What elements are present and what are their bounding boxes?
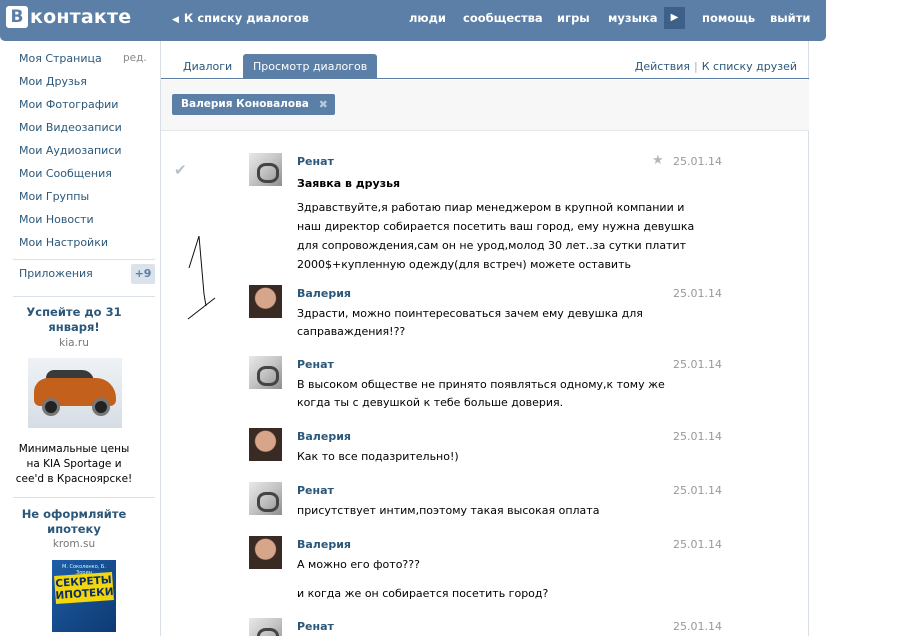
avatar[interactable]	[249, 356, 282, 389]
message-date: 25.01.14	[673, 358, 722, 371]
ad-krom-title[interactable]: Не оформляйте ипотеку	[13, 507, 135, 537]
main-content: Диалоги Просмотр диалогов Действия | К спи…	[160, 41, 809, 636]
message-sender[interactable]: Ренат	[297, 620, 334, 633]
sidebar-item-groups[interactable]: Мои Группы	[19, 190, 89, 203]
message-subject: Заявка в друзья	[297, 177, 401, 190]
message-line: наш директор собирается посетить ваш гор…	[297, 220, 695, 233]
message-date: 25.01.14	[673, 538, 722, 551]
message-line: присутствует интим,поэтому такая высокая…	[297, 504, 600, 517]
sidebar-divider	[13, 259, 155, 260]
nav-music[interactable]: музыка	[608, 11, 658, 25]
logo-text: контакте	[30, 6, 132, 28]
vk-logo[interactable]: В контакте	[6, 6, 131, 28]
message-sender[interactable]: Ренат	[297, 155, 334, 168]
message-line: Здрасти, можно поинтересоваться зачем ем…	[297, 307, 643, 320]
sidebar-item-settings[interactable]: Мои Настройки	[19, 236, 108, 249]
back-to-dialogs-link[interactable]: ◀ К списку диалогов	[172, 11, 309, 25]
sidebar-item-my-page[interactable]: Моя Страница	[19, 52, 102, 65]
message-sender[interactable]: Валерия	[297, 430, 351, 443]
nav-communities[interactable]: сообщества	[463, 11, 543, 25]
nav-help[interactable]: помощь	[702, 11, 755, 25]
hand-drawn-arrow	[187, 235, 216, 320]
avatar[interactable]	[249, 428, 282, 461]
message-line: 2000$+купленную одежду(для встреч) может…	[297, 258, 631, 271]
filter-chip[interactable]: Валерия Коновалова ✖	[172, 94, 335, 115]
message-line: В высоком обществе не принято появляться…	[297, 378, 665, 391]
avatar[interactable]	[249, 482, 282, 515]
message-sender[interactable]: Валерия	[297, 538, 351, 551]
sidebar-item-audio[interactable]: Мои Аудиозаписи	[19, 144, 122, 157]
message-sender[interactable]: Ренат	[297, 484, 334, 497]
ad-kia-title[interactable]: Успейте до 31 января!	[13, 305, 135, 335]
avatar[interactable]	[249, 285, 282, 318]
book-cover-image[interactable]: М. Соколенко, Б. Зорин СЕКРЕТЫ ИПОТЕКИ	[52, 560, 116, 632]
filter-row: Валерия Коновалова ✖	[161, 80, 809, 131]
message-line: когда ты с девушкой к тебе больше довери…	[297, 396, 564, 409]
sidebar-item-apps[interactable]: Приложения	[19, 267, 93, 280]
apps-count-badge[interactable]: +9	[131, 264, 155, 284]
message-date: 25.01.14	[673, 430, 722, 443]
top-links: Действия | К списку друзей	[635, 60, 797, 73]
message-date: 25.01.14	[673, 620, 722, 633]
car-wheel	[42, 398, 60, 416]
avatar[interactable]	[249, 153, 282, 186]
message-line: для сопровождения,сам он не урод,молод 3…	[297, 239, 687, 252]
back-arrow-icon: ◀	[172, 15, 179, 25]
ad-divider	[13, 497, 155, 498]
top-header: В контакте ◀ К списку диалогов люди сообщ…	[0, 0, 826, 41]
ad-kia-domain: kia.ru	[59, 337, 89, 349]
play-icon[interactable]: ▶	[664, 7, 685, 29]
message-date: 25.01.14	[673, 287, 722, 300]
star-icon[interactable]: ★	[652, 153, 664, 168]
message-date: 25.01.14	[673, 484, 722, 497]
edit-link[interactable]: ред.	[123, 52, 147, 64]
tab-view-dialogs[interactable]: Просмотр диалогов	[243, 54, 378, 79]
sidebar-item-friends[interactable]: Мои Друзья	[19, 75, 87, 88]
sidebar-item-videos[interactable]: Мои Видеозаписи	[19, 121, 122, 134]
sidebar-item-photos[interactable]: Мои Фотографии	[19, 98, 118, 111]
message-date: 25.01.14	[673, 155, 722, 168]
ad-krom-domain: krom.su	[52, 538, 96, 550]
tabs-bar: Диалоги Просмотр диалогов Действия | К спи…	[161, 41, 809, 79]
ad-divider	[13, 296, 155, 297]
nav-logout[interactable]: выйти	[770, 11, 810, 25]
close-icon[interactable]: ✖	[319, 94, 328, 115]
actions-link[interactable]: Действия	[635, 60, 690, 73]
checkmark-icon[interactable]: ✔	[174, 161, 187, 179]
message-line: и когда же он собирается посетить город?	[297, 587, 549, 600]
book-title: СЕКРЕТЫ ИПОТЕКИ	[54, 572, 114, 604]
message-line: саправаждения!??	[297, 325, 406, 338]
logo-letter: В	[6, 6, 28, 28]
nav-games[interactable]: игры	[557, 11, 590, 25]
car-wheel	[92, 398, 110, 416]
message-line: А можно его фото???	[297, 558, 420, 571]
to-friends-link[interactable]: К списку друзей	[702, 60, 797, 73]
message-line: Как то все подазрительно!)	[297, 450, 459, 463]
avatar[interactable]	[249, 536, 282, 569]
filter-chip-label: Валерия Коновалова	[181, 98, 309, 110]
avatar[interactable]	[249, 618, 282, 636]
message-line: Здравствуйте,я работаю пиар менеджером в…	[297, 201, 685, 214]
message-sender[interactable]: Ренат	[297, 358, 334, 371]
ad-kia-text[interactable]: Минимальные цены на KIA Sportage и cee'd…	[13, 442, 135, 487]
nav-people[interactable]: люди	[409, 11, 446, 25]
tab-dialogs[interactable]: Диалоги	[173, 54, 242, 79]
link-separator: |	[694, 60, 698, 73]
sidebar-item-messages[interactable]: Мои Сообщения	[19, 167, 112, 180]
sidebar-item-news[interactable]: Мои Новости	[19, 213, 94, 226]
kia-car-image[interactable]	[28, 358, 122, 428]
message-sender[interactable]: Валерия	[297, 287, 351, 300]
